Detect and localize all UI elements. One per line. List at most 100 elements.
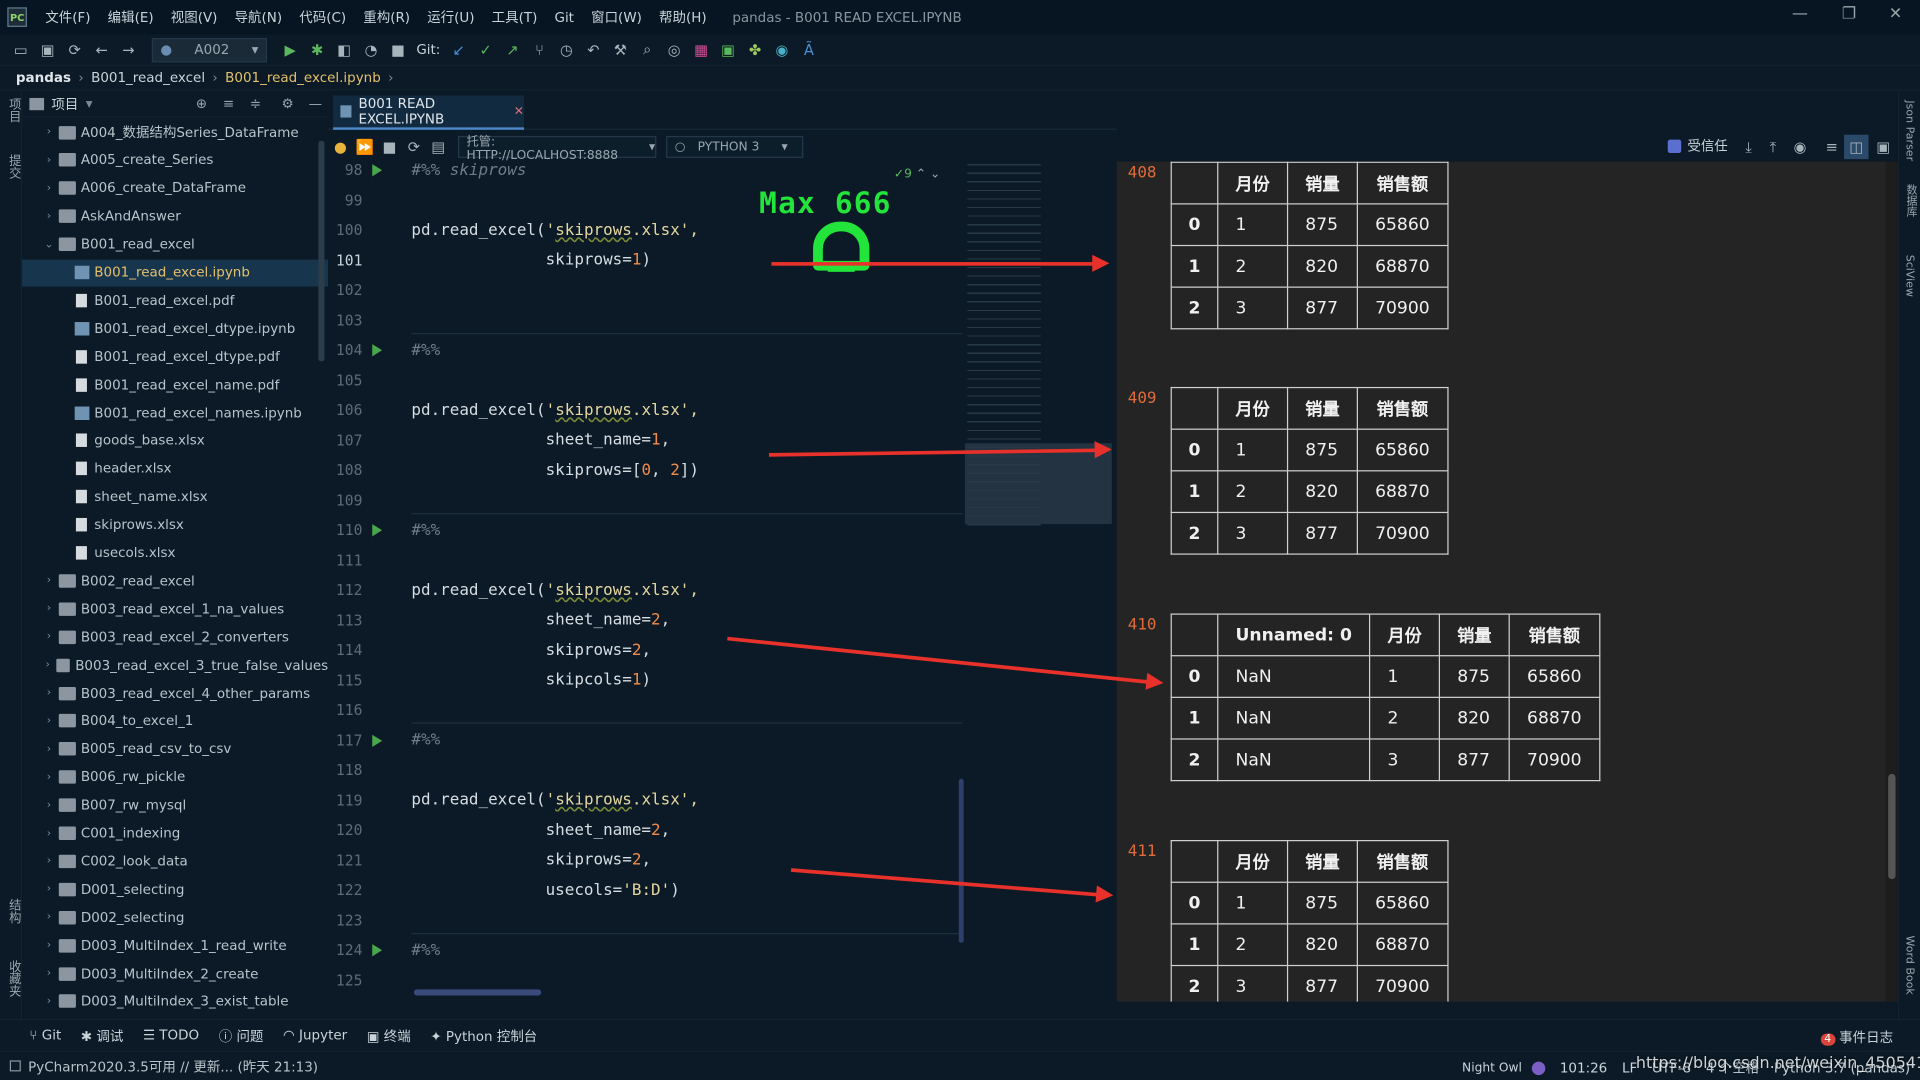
debug-tool-button[interactable]: ✱ 调试 bbox=[81, 1026, 124, 1046]
word-book-tab[interactable]: Word Book bbox=[1903, 936, 1915, 995]
tree-item[interactable]: › B003_read_excel_2_converters bbox=[22, 623, 328, 650]
todo-tool-button[interactable]: ☰ TODO bbox=[143, 1027, 199, 1043]
menu-edit[interactable]: 编辑(E) bbox=[99, 7, 162, 27]
project-panel-title[interactable]: 项目 bbox=[51, 94, 78, 114]
tree-item[interactable]: goods_base.xlsx bbox=[22, 427, 328, 454]
git-push-icon[interactable]: ↗ bbox=[499, 37, 526, 61]
debug-icon[interactable]: ✱ bbox=[304, 37, 331, 61]
inspection-widget[interactable]: ✓9 ⌃ ⌄ bbox=[894, 168, 940, 181]
sciview-tab[interactable]: SciView bbox=[1903, 255, 1915, 297]
chevron-right-icon[interactable]: › bbox=[42, 715, 57, 727]
search-icon[interactable]: ⌕ bbox=[634, 37, 661, 61]
collapse-all-icon[interactable]: ≑ bbox=[250, 96, 261, 112]
eye-icon[interactable]: ◉ bbox=[1788, 135, 1812, 159]
save-icon[interactable]: ▣ bbox=[34, 37, 61, 61]
terminal-tool-button[interactable]: ▣ 终端 bbox=[367, 1026, 411, 1046]
kernel-select[interactable]: ○ PYTHON 3 ▾ bbox=[666, 135, 804, 158]
code-scrollbar[interactable] bbox=[958, 778, 964, 943]
tree-item[interactable]: › D001_selecting bbox=[22, 876, 328, 903]
tree-item[interactable]: › C001_indexing bbox=[22, 820, 328, 847]
variables-icon[interactable]: ▤ bbox=[426, 135, 450, 159]
tree-item[interactable]: ⌄ B001_read_excel bbox=[22, 231, 328, 258]
chevron-right-icon[interactable]: › bbox=[42, 631, 57, 643]
run-cell-icon[interactable] bbox=[372, 524, 383, 537]
git-update-icon[interactable]: ↙ bbox=[445, 37, 472, 61]
git-branch-icon[interactable]: ⑂ bbox=[526, 37, 553, 61]
chevron-right-icon[interactable]: › bbox=[42, 182, 57, 194]
chevron-right-icon[interactable]: › bbox=[42, 967, 57, 979]
chevron-right-icon[interactable]: › bbox=[42, 827, 57, 839]
chevron-right-icon[interactable]: › bbox=[42, 939, 57, 951]
tree-item[interactable]: › C002_look_data bbox=[22, 848, 328, 875]
menu-help[interactable]: 帮助(H) bbox=[650, 7, 715, 27]
profile-icon[interactable]: ◔ bbox=[358, 37, 385, 61]
menu-git[interactable]: Git bbox=[546, 9, 583, 25]
chevron-down-icon[interactable]: ▾ bbox=[86, 96, 93, 112]
tree-item[interactable]: B001_read_excel_names.ipynb bbox=[22, 399, 328, 426]
minimize-icon[interactable]: — bbox=[1776, 5, 1825, 23]
menu-file[interactable]: 文件(F) bbox=[37, 7, 99, 27]
run-cell-icon[interactable] bbox=[372, 164, 383, 177]
tree-item[interactable]: › B002_read_excel bbox=[22, 567, 328, 594]
upload-icon[interactable]: ⤒ bbox=[1761, 135, 1785, 159]
chevron-right-icon[interactable]: › bbox=[42, 911, 57, 923]
restart-icon[interactable]: ⟳ bbox=[402, 135, 426, 159]
run-config-select[interactable]: ● A002 ▾ bbox=[151, 37, 267, 62]
split-view-icon[interactable]: ◫ bbox=[1844, 134, 1869, 160]
menu-navigate[interactable]: 导航(N) bbox=[226, 7, 291, 27]
chevron-right-icon[interactable]: › bbox=[42, 659, 54, 671]
database-tab[interactable]: 数据库 bbox=[1903, 184, 1919, 217]
theme-name[interactable]: Night Owl bbox=[1462, 1061, 1522, 1074]
tree-item[interactable]: › B003_read_excel_1_na_values bbox=[22, 595, 328, 622]
tree-item[interactable]: B001_read_excel_name.pdf bbox=[22, 371, 328, 398]
chevron-right-icon[interactable]: › bbox=[42, 687, 57, 699]
plugin-icon[interactable]: ▦ bbox=[688, 37, 715, 61]
forward-icon[interactable]: → bbox=[115, 37, 142, 61]
wrench-icon[interactable]: ⚒ bbox=[607, 37, 634, 61]
run-cell-icon[interactable] bbox=[372, 944, 383, 957]
browser-icon[interactable]: ◉ bbox=[769, 37, 796, 61]
menu-tools[interactable]: 工具(T) bbox=[483, 7, 546, 27]
editor-only-icon[interactable]: ≡ bbox=[1820, 135, 1844, 159]
git-tool-button[interactable]: ⑂ Git bbox=[29, 1027, 61, 1043]
python-console-button[interactable]: ✦ Python 控制台 bbox=[430, 1026, 537, 1046]
translate-icon[interactable]: Ã bbox=[795, 37, 822, 61]
cursor-position[interactable]: 101:26 bbox=[1560, 1060, 1607, 1076]
chevron-right-icon[interactable]: › bbox=[42, 575, 57, 587]
tree-item[interactable]: B001_read_excel_dtype.pdf bbox=[22, 343, 328, 370]
commit-tool-tab[interactable]: 提交 bbox=[4, 154, 22, 178]
close-tab-icon[interactable]: ✕ bbox=[514, 105, 524, 118]
chevron-right-icon[interactable]: › bbox=[42, 771, 57, 783]
bulb-icon[interactable]: ● bbox=[328, 135, 352, 159]
problems-tool-button[interactable]: ⓘ 问题 bbox=[219, 1026, 264, 1046]
preview-only-icon[interactable]: ▣ bbox=[1871, 135, 1895, 159]
chevron-right-icon[interactable]: › bbox=[42, 210, 57, 222]
tree-item[interactable]: skiprows.xlsx bbox=[22, 511, 328, 538]
sync-icon[interactable]: ⟳ bbox=[61, 37, 88, 61]
breadcrumb-folder[interactable]: B001_read_excel bbox=[91, 70, 205, 86]
tree-item[interactable]: B001_read_excel.ipynb bbox=[22, 258, 329, 286]
history-icon[interactable]: ◷ bbox=[553, 37, 580, 61]
tree-item[interactable]: › B004_to_excel_1 bbox=[22, 708, 328, 735]
structure-icon[interactable]: ▣ bbox=[715, 37, 742, 61]
download-icon[interactable]: ⤓ bbox=[1736, 135, 1760, 159]
tree-item[interactable]: › AskAndAnswer bbox=[22, 203, 328, 230]
status-message[interactable]: PyCharm2020.3.5可用 // 更新... (昨天 21:13) bbox=[28, 1056, 318, 1076]
chevron-right-icon[interactable]: › bbox=[42, 743, 57, 755]
coverage-icon[interactable]: ◧ bbox=[331, 37, 358, 61]
stop-icon[interactable]: ■ bbox=[384, 37, 411, 61]
breadcrumb-project[interactable]: pandas bbox=[16, 70, 71, 86]
chevron-right-icon[interactable]: › bbox=[42, 154, 57, 166]
chevron-right-icon[interactable]: › bbox=[42, 883, 57, 895]
open-folder-icon[interactable]: ▭ bbox=[7, 37, 34, 61]
maximize-icon[interactable]: ❐ bbox=[1824, 5, 1873, 23]
tree-scrollbar[interactable] bbox=[318, 140, 325, 362]
chevron-right-icon[interactable]: › bbox=[42, 603, 57, 615]
menu-code[interactable]: 代码(C) bbox=[291, 7, 355, 27]
tree-item[interactable]: › A005_create_Series bbox=[22, 147, 328, 174]
tree-item[interactable]: header.xlsx bbox=[22, 455, 328, 482]
tree-item[interactable]: › D002_selecting bbox=[22, 904, 328, 931]
tree-item[interactable]: › A004_数据结构Series_DataFrame bbox=[22, 119, 328, 146]
tree-item[interactable]: › B005_read_csv_to_csv bbox=[22, 736, 328, 763]
locate-icon[interactable]: ⊕ bbox=[196, 96, 207, 112]
